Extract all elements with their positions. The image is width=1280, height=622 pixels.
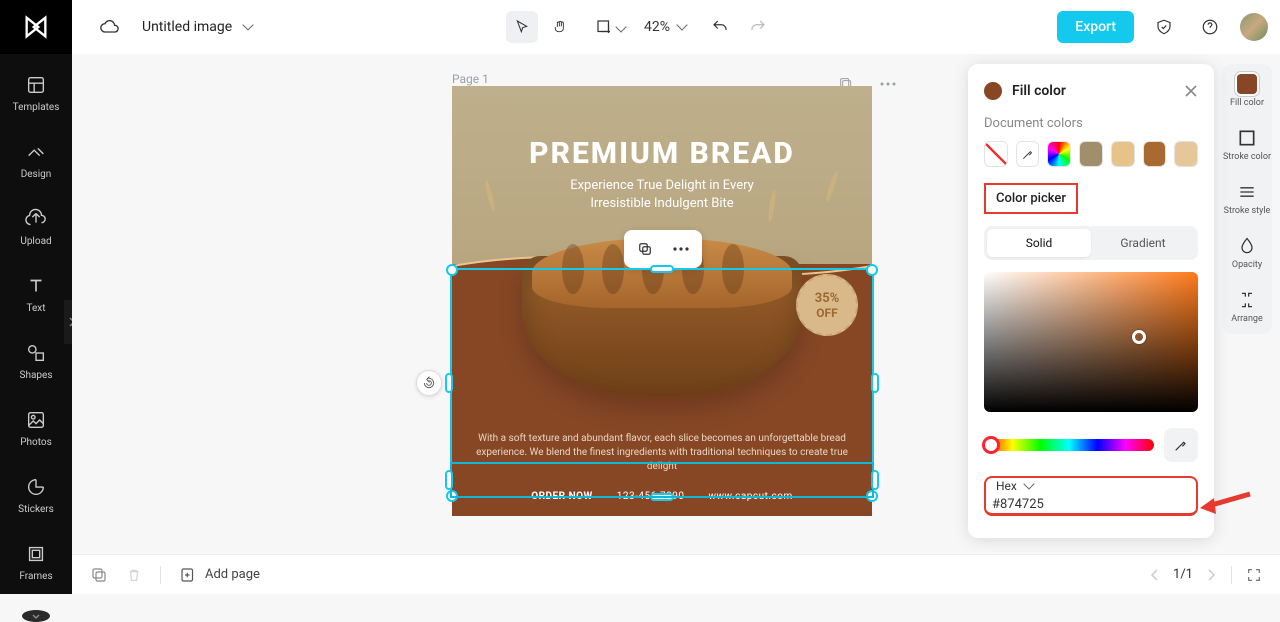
sidebar-item-photos[interactable]: Photos	[20, 409, 52, 448]
page-more-icon[interactable]	[872, 68, 904, 100]
sidebar-item-design[interactable]: Design	[21, 141, 52, 180]
page-navigator: 1/1	[1149, 566, 1262, 584]
annotation-arrow	[1198, 486, 1252, 516]
document-title[interactable]: Untitled image	[142, 19, 252, 35]
rail-stroke-style[interactable]: Stroke style	[1224, 182, 1271, 216]
prev-page-icon[interactable]	[1149, 568, 1159, 582]
swatch-eyedropper[interactable]	[1016, 141, 1040, 167]
hue-slider[interactable]	[984, 439, 1154, 451]
rail-opacity[interactable]: Opacity	[1232, 236, 1262, 270]
page-indicator: 1/1	[1173, 567, 1193, 582]
sidebar-item-shapes[interactable]: Shapes	[20, 342, 53, 381]
separator	[160, 566, 161, 584]
select-tool[interactable]	[506, 11, 538, 43]
lines-icon	[1237, 182, 1257, 202]
right-property-rail: Fill color Stroke color Stroke style Opa…	[1222, 64, 1272, 334]
fill-color-panel: Fill color Document colors Color picker …	[968, 64, 1214, 538]
export-button[interactable]: Export	[1057, 11, 1134, 43]
close-icon[interactable]	[1184, 84, 1198, 98]
bottom-bar: Add page 1/1	[72, 554, 1280, 594]
tab-gradient[interactable]: Gradient	[1091, 229, 1195, 257]
headline-block: PREMIUM BREAD Experience True Delight in…	[452, 136, 872, 212]
resize-handle[interactable]	[871, 373, 879, 393]
chevron-down-icon	[1021, 479, 1033, 493]
swatch-doc-1[interactable]	[1079, 141, 1103, 167]
hex-input-row: Hex	[984, 476, 1198, 516]
headline-text: PREMIUM BREAD	[452, 136, 872, 171]
hex-format-select[interactable]: Hex	[986, 479, 1164, 493]
separator	[1231, 566, 1232, 584]
tab-solid[interactable]: Solid	[987, 229, 1091, 257]
sidebar-item-stickers[interactable]: Stickers	[18, 476, 54, 515]
doc-colors-row	[984, 141, 1198, 167]
panel-title: Fill color	[1012, 83, 1066, 99]
add-page-button[interactable]: Add page	[179, 566, 260, 584]
sidebar-item-templates[interactable]: Templates	[13, 74, 60, 113]
cloud-sync-icon[interactable]	[94, 11, 126, 43]
eyedropper-button[interactable]	[1164, 428, 1198, 462]
fill-swatch-icon	[1237, 74, 1257, 94]
sidebar-item-upload[interactable]: Upload	[20, 208, 51, 247]
trash-icon[interactable]	[126, 567, 142, 583]
square-outline-icon	[1237, 128, 1257, 148]
design-canvas[interactable]: PREMIUM BREAD Experience True Delight in…	[452, 86, 872, 516]
add-page-icon	[179, 566, 197, 584]
help-icon[interactable]	[1194, 11, 1226, 43]
hand-tool[interactable]	[544, 11, 576, 43]
color-picker-label: Color picker	[984, 183, 1078, 214]
swatch-doc-3[interactable]	[1143, 141, 1167, 167]
page-label: Page 1	[452, 72, 489, 86]
toolbar-right: Export	[1057, 11, 1268, 43]
more-options-icon[interactable]	[668, 236, 694, 262]
saturation-box[interactable]	[984, 272, 1198, 412]
fullscreen-icon[interactable]	[1246, 567, 1262, 583]
swatch-doc-2[interactable]	[1111, 141, 1135, 167]
arrange-icon	[1237, 290, 1257, 310]
app-logo[interactable]	[0, 0, 72, 54]
swatch-none[interactable]	[984, 141, 1008, 167]
shield-icon[interactable]	[1148, 11, 1180, 43]
zoom-control[interactable]: 42%	[644, 19, 686, 35]
next-page-icon[interactable]	[1207, 568, 1217, 582]
hue-thumb[interactable]	[982, 436, 1000, 454]
color-mode-tabs: Solid Gradient	[984, 226, 1198, 260]
chevron-down-icon	[613, 18, 625, 37]
copy-style-icon[interactable]	[632, 236, 658, 262]
discount-badge: 35%OFF	[796, 274, 858, 336]
hex-input[interactable]	[986, 497, 1164, 512]
rail-fill-color[interactable]: Fill color	[1230, 74, 1264, 108]
zoom-value: 42%	[644, 19, 670, 35]
cta-row: ORDER NOW 123-456-7890 www.capcut.com	[452, 491, 872, 502]
chevron-down-icon	[240, 19, 252, 35]
crop-tool[interactable]	[594, 11, 626, 43]
layers-icon[interactable]	[90, 566, 108, 584]
swatch-doc-4[interactable]	[1174, 141, 1198, 167]
document-title-text: Untitled image	[142, 19, 232, 35]
resize-handle[interactable]	[871, 470, 879, 490]
rail-stroke-color[interactable]: Stroke color	[1223, 128, 1271, 162]
user-avatar[interactable]	[1240, 13, 1268, 41]
droplet-icon	[1237, 236, 1257, 256]
current-fill-swatch	[984, 82, 1002, 100]
sidebar-item-frames[interactable]: Frames	[19, 543, 52, 582]
sidebar-item-text[interactable]: Text	[25, 275, 47, 314]
chevron-down-icon	[674, 19, 686, 35]
saturation-cursor[interactable]	[1132, 330, 1146, 344]
rail-arrange[interactable]: Arrange	[1231, 290, 1263, 324]
top-bar: Untitled image 42% Export	[0, 0, 1280, 54]
redo-button[interactable]	[742, 11, 774, 43]
body-copy: With a soft texture and abundant flavor,…	[472, 432, 852, 474]
sidebar-more-button[interactable]	[22, 610, 50, 622]
undo-button[interactable]	[704, 11, 736, 43]
left-sidebar: Templates Design Upload Text Shapes Phot…	[0, 54, 72, 594]
rotate-handle[interactable]	[416, 370, 442, 396]
selection-toolbar	[624, 230, 702, 268]
swatch-picker[interactable]	[1047, 141, 1071, 167]
toolbar-center: 42%	[506, 11, 774, 43]
doc-colors-label: Document colors	[984, 116, 1198, 131]
